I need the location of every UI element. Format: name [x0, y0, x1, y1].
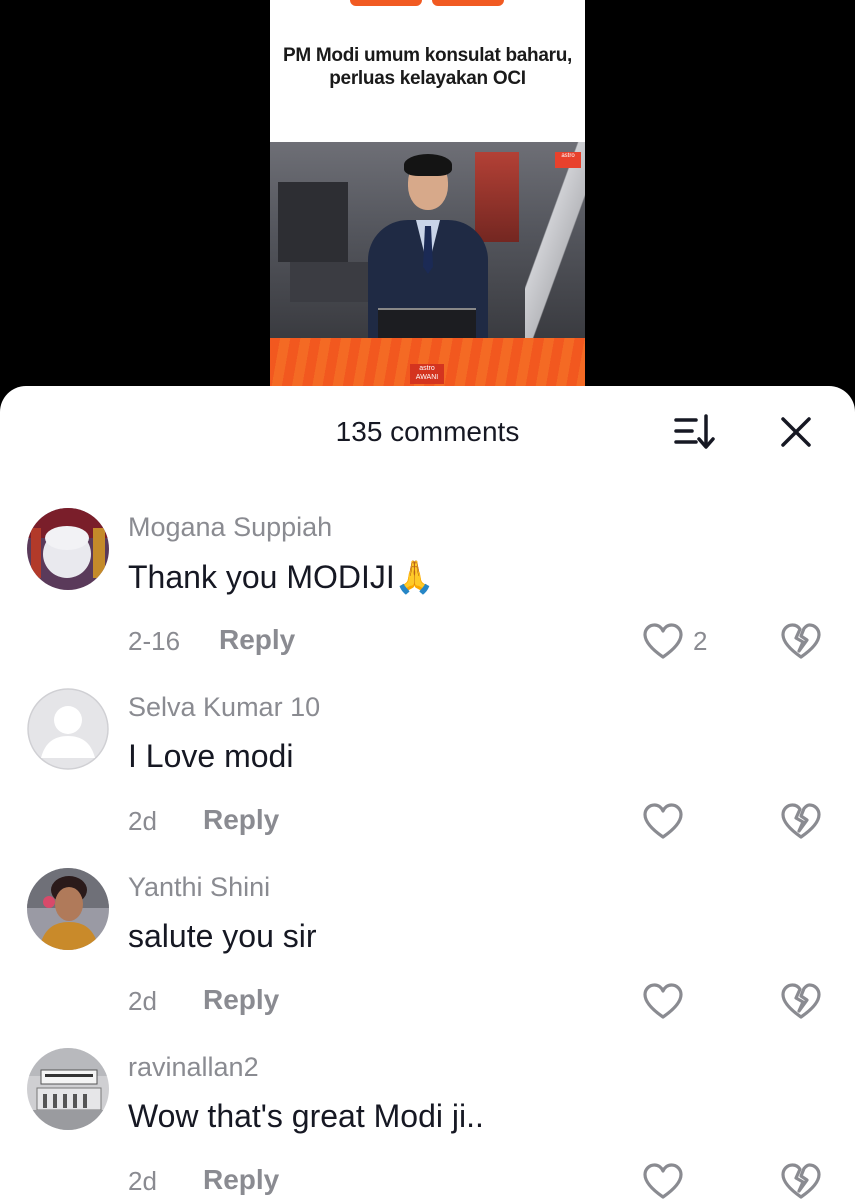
reply-button[interactable]: Reply	[219, 624, 295, 656]
avatar[interactable]	[27, 868, 109, 950]
comment-text: Thank you MODIJI🙏	[128, 559, 435, 595]
close-icon[interactable]	[778, 414, 814, 450]
reply-button[interactable]: Reply	[203, 804, 279, 836]
comment-item: ravinallan2 Wow that's great Modi ji.. 2…	[0, 1034, 855, 1200]
heart-icon[interactable]	[642, 622, 684, 662]
comment-username[interactable]: Mogana Suppiah	[128, 512, 332, 543]
broken-heart-icon[interactable]	[780, 1162, 822, 1200]
comment-date: 2d	[128, 986, 157, 1016]
comment-username[interactable]: Yanthi Shini	[128, 872, 270, 903]
comment-date: 2-16	[128, 626, 181, 656]
comments-sheet: 135 comments Mogana Suppiah Thank you MO…	[0, 386, 855, 1200]
video-headline: PM Modi umum konsulat baharu, perluas ke…	[283, 45, 572, 89]
news-tag	[350, 0, 422, 6]
comment-item: Mogana Suppiah Thank you MODIJI🙏 2-16 Re…	[0, 494, 855, 674]
comments-header: 135 comments	[0, 386, 855, 476]
reply-button[interactable]: Reply	[203, 1164, 279, 1196]
comment-item: Selva Kumar 10 I Love modi 2d Reply	[0, 674, 855, 854]
comment-date: 2d	[128, 806, 157, 836]
heart-icon[interactable]	[642, 982, 684, 1022]
like-count: 2	[693, 626, 708, 656]
comment-username[interactable]: ravinallan2	[128, 1052, 259, 1083]
default-avatar-icon[interactable]	[27, 688, 109, 770]
comment-text: I Love modi	[128, 738, 294, 774]
comment-text: Wow that's great Modi ji..	[128, 1098, 484, 1134]
news-tag	[432, 0, 504, 6]
broken-heart-icon[interactable]	[780, 622, 822, 662]
broken-heart-icon[interactable]	[780, 802, 822, 842]
comment-list: Mogana Suppiah Thank you MODIJI🙏 2-16 Re…	[0, 494, 855, 1200]
heart-icon[interactable]	[642, 802, 684, 842]
comment-item: Yanthi Shini salute you sir 2d Reply	[0, 854, 855, 1034]
comment-count: 135 comments	[335, 416, 520, 447]
video-player[interactable]: PM Modi umum konsulat baharu, perluas ke…	[0, 0, 855, 400]
comment-username[interactable]: Selva Kumar 10	[128, 692, 320, 723]
avatar[interactable]	[27, 508, 109, 590]
comment-date: 2d	[128, 1166, 157, 1196]
news-video-frame: PM Modi umum konsulat baharu, perluas ke…	[270, 0, 585, 400]
news-studio-image: astro	[270, 142, 585, 338]
heart-icon[interactable]	[642, 1162, 684, 1200]
reply-button[interactable]: Reply	[203, 984, 279, 1016]
comment-text: salute you sir	[128, 918, 317, 954]
broken-heart-icon[interactable]	[780, 982, 822, 1022]
channel-logo: astro	[555, 152, 581, 168]
avatar[interactable]	[27, 1048, 109, 1130]
channel-logo: astro AWANI	[410, 364, 444, 384]
sort-icon[interactable]	[672, 412, 718, 452]
